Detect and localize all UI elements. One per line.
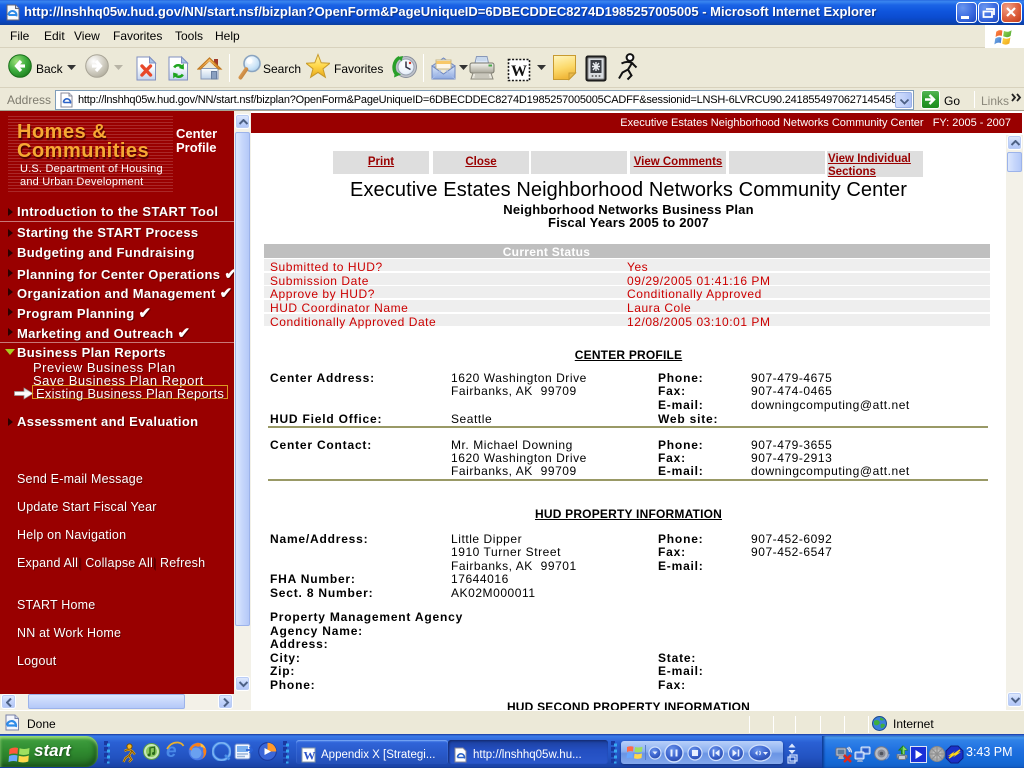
svg-text:W: W — [304, 749, 316, 763]
svg-text:W: W — [511, 63, 527, 80]
